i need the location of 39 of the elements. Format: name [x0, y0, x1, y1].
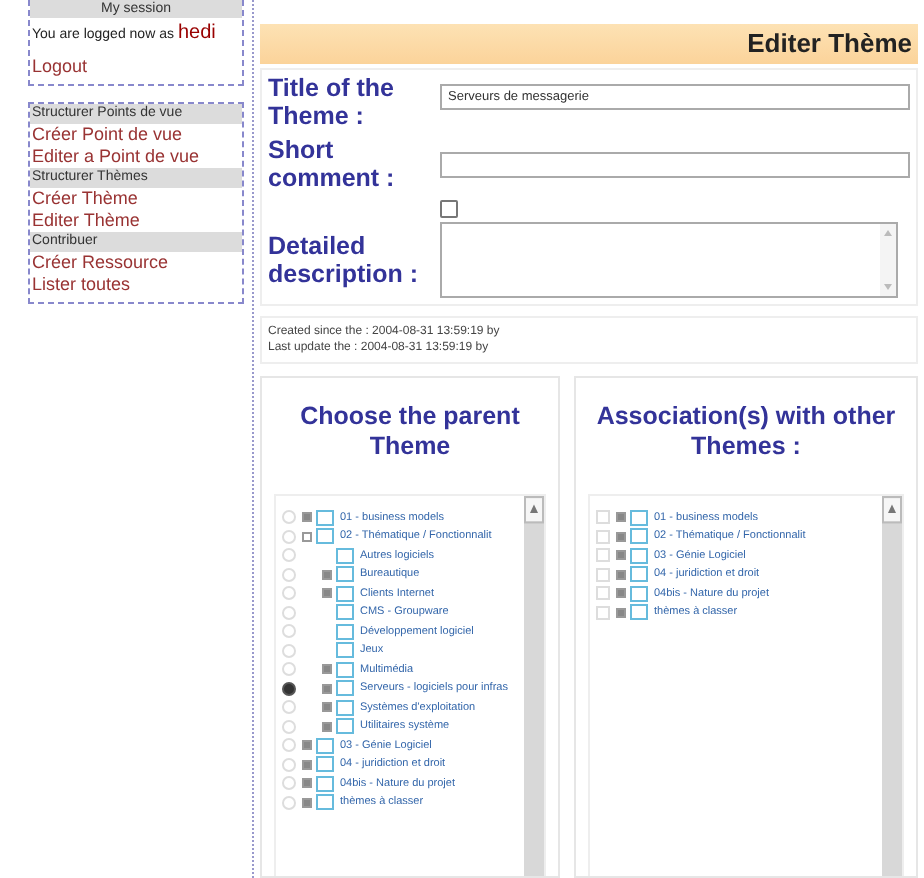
menu-link[interactable]: Créer Point de vue: [30, 124, 242, 146]
expand-icon[interactable]: [616, 607, 626, 618]
menu-link[interactable]: Editer Thème: [30, 210, 242, 232]
menu-link[interactable]: Editer a Point de vue: [30, 146, 242, 168]
expand-icon[interactable]: [322, 683, 332, 694]
expand-icon[interactable]: [302, 512, 312, 523]
expand-icon[interactable]: [302, 740, 312, 751]
scrollbar[interactable]: [880, 224, 896, 296]
user-name: hedi: [177, 22, 216, 44]
scrollbar[interactable]: [882, 496, 902, 876]
text-area[interactable]: [440, 222, 898, 298]
field-label: Short comment :: [268, 136, 397, 192]
logout-link[interactable]: Logout: [30, 56, 242, 78]
expand-icon[interactable]: [322, 664, 332, 675]
panel-title: Association(s) with other Themes :: [594, 400, 898, 464]
expand-icon[interactable]: [322, 569, 332, 580]
menu-link[interactable]: Créer Thème: [30, 188, 242, 210]
menu-link[interactable]: Créer Ressource: [30, 252, 242, 274]
expand-icon[interactable]: [322, 702, 332, 713]
input-field[interactable]: [440, 151, 910, 177]
field-label: Detailed description :: [268, 232, 421, 288]
field-label: Title of the Theme :: [268, 74, 396, 130]
panel-title: Choose the parent Theme: [298, 400, 522, 464]
radio-button[interactable]: [282, 681, 296, 696]
menu-link[interactable]: Lister toutes: [30, 274, 242, 296]
expand-icon[interactable]: [302, 797, 312, 808]
checkbox[interactable]: [440, 199, 458, 217]
collapse-icon[interactable]: [302, 531, 312, 542]
page-title: Editer Thème: [260, 24, 918, 64]
expand-icon[interactable]: [616, 588, 626, 599]
expand-icon[interactable]: [616, 550, 626, 561]
scrollbar[interactable]: [524, 496, 544, 876]
expand-icon[interactable]: [616, 569, 626, 580]
expand-icon[interactable]: [302, 778, 312, 789]
expand-icon[interactable]: [322, 721, 332, 732]
expand-icon[interactable]: [616, 531, 626, 542]
expand-icon[interactable]: [322, 588, 332, 599]
expand-icon[interactable]: [616, 512, 626, 523]
expand-icon[interactable]: [302, 759, 312, 770]
